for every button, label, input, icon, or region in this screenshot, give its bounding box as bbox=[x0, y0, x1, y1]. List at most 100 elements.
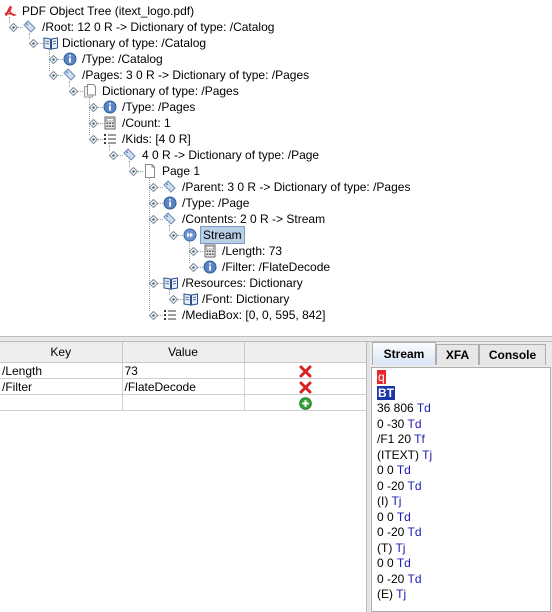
tree-expand-toggle[interactable] bbox=[129, 167, 138, 176]
tree-node-label[interactable]: 4 0 R -> Dictionary of type: /Page bbox=[140, 147, 321, 163]
tree-node-label[interactable]: /Filter: /FlateDecode bbox=[220, 259, 332, 275]
stream-operands: /F1 20 bbox=[377, 432, 412, 446]
stream-content-view[interactable]: q BT 36 806 Td 0 -30 Td/F1 20 Tf (ITEXT) Tj 0… bbox=[371, 367, 551, 612]
tree-expand-toggle[interactable] bbox=[89, 135, 98, 144]
tree-node-label-selected[interactable]: Stream bbox=[200, 226, 245, 244]
action-cell bbox=[244, 378, 367, 395]
stream-operator: Tf bbox=[414, 432, 425, 446]
tree-expand-toggle[interactable] bbox=[149, 311, 158, 320]
value-cell[interactable] bbox=[122, 394, 245, 411]
stream-line: 0 -20 Td bbox=[377, 479, 550, 495]
tree-node-label[interactable]: /Length: 73 bbox=[220, 243, 284, 259]
tree-expand-toggle[interactable] bbox=[109, 151, 118, 160]
key-cell[interactable] bbox=[0, 394, 123, 411]
key-cell[interactable]: /Filter bbox=[0, 378, 123, 395]
tab-xfa[interactable]: XFA bbox=[436, 344, 479, 365]
stream-line: (E) Tj bbox=[377, 587, 550, 603]
tree-node-label[interactable]: /MediaBox: [0, 0, 595, 842] bbox=[180, 307, 327, 323]
tree-expand-toggle[interactable] bbox=[69, 87, 78, 96]
stream-line: /F1 20 Tf bbox=[377, 432, 550, 448]
stream-operands: (I) bbox=[377, 494, 389, 508]
add-icon[interactable] bbox=[298, 396, 312, 410]
table-row[interactable]: /Length 73 bbox=[0, 362, 367, 379]
value-cell[interactable]: 73 bbox=[122, 362, 245, 379]
column-header-key[interactable]: Key bbox=[0, 342, 123, 363]
stream-line: 0 0 Td bbox=[377, 556, 550, 572]
table-row[interactable] bbox=[0, 394, 367, 411]
tree-node-label[interactable]: PDF Object Tree (itext_logo.pdf) bbox=[20, 3, 196, 19]
tree-node-label[interactable]: /Count: 1 bbox=[120, 115, 173, 131]
calculator-icon bbox=[203, 244, 217, 258]
tree-expand-toggle[interactable] bbox=[189, 247, 198, 256]
tree-node-label[interactable]: /Resources: Dictionary bbox=[180, 275, 305, 291]
tree-expand-toggle[interactable] bbox=[169, 231, 178, 240]
tree-expand-toggle[interactable] bbox=[149, 215, 158, 224]
tree-node-label[interactable]: /Type: /Catalog bbox=[80, 51, 165, 67]
calculator-icon bbox=[103, 116, 117, 130]
tree-node-label[interactable]: Dictionary of type: /Catalog bbox=[60, 35, 208, 51]
stream-operator: Tj bbox=[422, 447, 433, 462]
stream-line: 36 806 Td bbox=[377, 401, 550, 417]
tag-icon bbox=[63, 68, 77, 82]
stream-line: (I) Tj bbox=[377, 494, 550, 510]
tree-node-label[interactable]: /Root: 12 0 R -> Dictionary of type: /Ca… bbox=[40, 19, 276, 35]
stream-operator: Td bbox=[407, 525, 422, 539]
tree-node-label[interactable]: /Type: /Page bbox=[180, 195, 251, 211]
info-icon bbox=[103, 100, 117, 114]
tree-node-label[interactable]: /Font: Dictionary bbox=[200, 291, 291, 307]
stream-operands: 0 0 bbox=[377, 509, 394, 524]
book-icon bbox=[43, 36, 58, 50]
pages-icon bbox=[83, 84, 97, 98]
attributes-table: Key Value /Length 73/Filter/FlateDecode bbox=[0, 342, 367, 411]
stream-operands: 0 -20 bbox=[377, 478, 405, 493]
tree-connector bbox=[69, 81, 70, 87]
stream-operator: Td bbox=[407, 416, 422, 431]
delete-icon[interactable] bbox=[299, 365, 312, 378]
stream-operands: 0 0 bbox=[377, 463, 394, 477]
tree-expand-toggle[interactable] bbox=[9, 23, 18, 32]
stream-line: 0 -20 Td bbox=[377, 525, 550, 541]
info-icon bbox=[163, 196, 177, 210]
key-cell[interactable]: /Length bbox=[0, 362, 123, 379]
stream-line: 0 0 Td bbox=[377, 463, 550, 479]
right-panel: Stream XFA Console q BT 36 806 Td 0 -30 Td /… bbox=[370, 342, 552, 612]
tree-expand-toggle[interactable] bbox=[189, 263, 198, 272]
tag-icon bbox=[163, 212, 177, 226]
tree-expand-toggle[interactable] bbox=[149, 183, 158, 192]
tree-expand-toggle[interactable] bbox=[169, 295, 178, 304]
tree-node-label[interactable]: /Kids: [4 0 R] bbox=[120, 131, 193, 147]
pdf-icon bbox=[3, 4, 17, 18]
list-icon bbox=[103, 132, 117, 146]
book-icon bbox=[183, 292, 198, 306]
tree-expand-toggle[interactable] bbox=[149, 279, 158, 288]
tree-expand-toggle[interactable] bbox=[29, 39, 38, 48]
tree-expand-toggle[interactable] bbox=[89, 119, 98, 128]
column-header-action bbox=[244, 342, 367, 363]
stream-operands: 36 806 bbox=[377, 401, 414, 415]
stream-operator: BT bbox=[377, 385, 395, 400]
table-row[interactable]: /Filter/FlateDecode bbox=[0, 378, 367, 395]
tree-expand-toggle[interactable] bbox=[49, 55, 58, 64]
tree-node-label[interactable]: Dictionary of type: /Pages bbox=[100, 83, 241, 99]
value-cell[interactable]: /FlateDecode bbox=[122, 378, 245, 395]
tree-node-label[interactable]: /Contents: 2 0 R -> Stream bbox=[180, 211, 327, 227]
tree-node-label[interactable]: Page 1 bbox=[160, 163, 202, 179]
tree-node-label[interactable]: /Pages: 3 0 R -> Dictionary of type: /Pa… bbox=[80, 67, 311, 83]
delete-icon[interactable] bbox=[299, 381, 312, 394]
tree-expand-toggle[interactable] bbox=[149, 199, 158, 208]
stream-operator: Td bbox=[396, 556, 411, 570]
tree-node-label[interactable]: /Parent: 3 0 R -> Dictionary of type: /P… bbox=[180, 179, 412, 195]
tree-node-label[interactable]: /Type: /Pages bbox=[120, 99, 197, 115]
tab-stream[interactable]: Stream bbox=[372, 342, 436, 365]
tree-connector bbox=[109, 145, 110, 151]
column-header-value[interactable]: Value bbox=[122, 342, 245, 363]
stream-operands: (ITEXT) bbox=[377, 447, 419, 462]
pdf-object-tree[interactable]: PDF Object Tree (itext_logo.pdf)/Root: 1… bbox=[0, 0, 552, 336]
attributes-table-panel: Key Value /Length 73/Filter/FlateDecode bbox=[0, 342, 367, 612]
tab-console[interactable]: Console bbox=[479, 344, 546, 365]
stream-operator: Td bbox=[407, 478, 422, 493]
tree-expand-toggle[interactable] bbox=[89, 103, 98, 112]
tree-expand-toggle[interactable] bbox=[49, 71, 58, 80]
tag-icon bbox=[123, 148, 137, 162]
stream-operator: Tj bbox=[396, 587, 407, 601]
